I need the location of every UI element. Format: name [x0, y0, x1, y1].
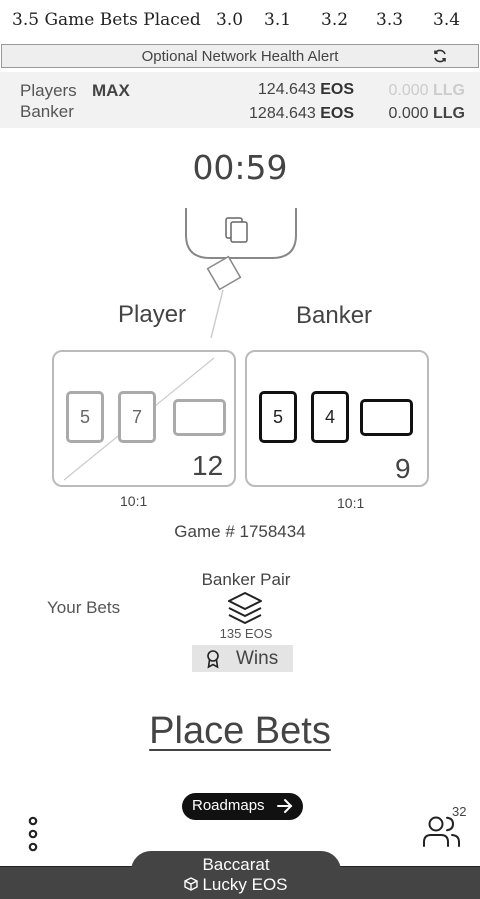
version-3-2[interactable]: 3.2: [321, 10, 348, 30]
banker-total: 9: [395, 453, 411, 484]
player-odds: 10:1: [120, 493, 148, 509]
cards-stack-icon: [225, 217, 248, 243]
max-button[interactable]: MAX: [92, 81, 130, 101]
alert-text: Optional Network Health Alert: [141, 48, 339, 65]
players-eos-balance: 124.643 EOS: [257, 81, 354, 98]
version-3-0[interactable]: 3.0: [216, 10, 243, 30]
network-health-alert[interactable]: Optional Network Health Alert: [1, 44, 479, 68]
countdown-timer: 00:59: [192, 148, 288, 187]
banker-card-3: [360, 399, 413, 436]
card-shoe: [185, 208, 297, 339]
arrow-right-icon: [276, 798, 294, 819]
player-hand: 5 7 12: [52, 350, 236, 487]
result-text: Wins: [236, 648, 279, 669]
player-card-2: 7: [118, 391, 156, 443]
players-label: Players: [20, 81, 77, 100]
place-bets-link[interactable]: Place Bets: [0, 710, 480, 753]
player-card-3: [173, 399, 226, 436]
banker-side-label: Banker: [296, 302, 373, 329]
award-icon: [204, 649, 222, 674]
game-title: Baccarat: [202, 855, 270, 874]
version-3-1[interactable]: 3.1: [264, 10, 291, 30]
version-3-3[interactable]: 3.3: [376, 10, 403, 30]
bets-placed-title: 3.5 Game Bets Placed: [12, 10, 201, 30]
top-bar: 3.5 Game Bets Placed 3.0 3.1 3.2 3.3 3.4: [0, 0, 480, 42]
banker-label: Banker: [20, 102, 74, 121]
banker-odds: 10:1: [337, 495, 365, 511]
banker-eos-balance: 1284.643 EOS: [249, 105, 354, 122]
game-number: Game # 1758434: [174, 522, 306, 541]
players-count: 32: [452, 804, 467, 819]
dealt-card: [206, 255, 242, 291]
banker-card-2: 4: [311, 391, 349, 443]
player-card-1: 5: [66, 391, 104, 443]
players-llg-balance: 0.000 LLG: [388, 82, 466, 99]
players-icon[interactable]: [422, 814, 462, 853]
banker-card-1: 5: [259, 391, 297, 443]
refresh-icon[interactable]: [432, 48, 448, 69]
balances-panel: Players MAX Banker 124.643 EOS 1284.643 …: [0, 72, 480, 128]
bet-amount: 135 EOS: [219, 626, 273, 641]
game-subtitle: Lucky EOS: [131, 875, 341, 896]
your-bets-label: Your Bets: [47, 598, 121, 617]
roadmaps-label: Roadmaps: [192, 797, 265, 814]
roadmaps-button[interactable]: Roadmaps: [182, 793, 303, 820]
banker-hand: 5 4 9: [245, 350, 429, 487]
bet-result-badge: Wins: [192, 645, 293, 672]
player-label: Player: [118, 301, 187, 328]
game-subtitle-text: Lucky EOS: [202, 875, 288, 894]
more-menu-icon[interactable]: [26, 816, 40, 852]
banker-llg-balance: 0.000 LLG: [388, 105, 466, 122]
cube-icon: [184, 876, 199, 896]
player-total: 12: [192, 450, 224, 481]
layers-icon: [227, 591, 263, 630]
version-3-4[interactable]: 3.4: [433, 10, 460, 30]
bet-name: Banker Pair: [201, 570, 291, 589]
